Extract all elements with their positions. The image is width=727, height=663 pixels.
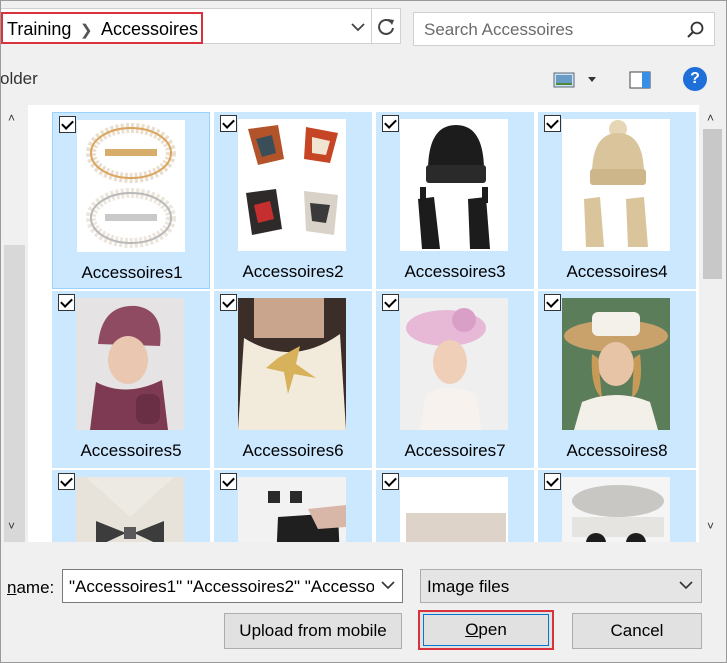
file-name-input[interactable]: "Accessoires1" "Accessoires2" "Accessoir…	[62, 569, 403, 603]
checkbox-checked[interactable]	[544, 294, 561, 311]
checkbox-checked[interactable]	[220, 115, 237, 132]
chevron-down-icon	[381, 581, 395, 590]
search-placeholder: Search Accessoires	[424, 20, 574, 39]
dialog-footer: name: "Accessoires1" "Accessoires2" "Acc…	[1, 542, 726, 662]
file-type-value: Image files	[427, 577, 510, 596]
file-name: Accessoires8	[566, 441, 668, 460]
checkbox-checked[interactable]	[544, 115, 561, 132]
black-beanie-gloves-thumbnail	[400, 119, 508, 251]
pearl-sunglasses-thumbnail	[562, 477, 670, 542]
woman-pink-fascinator-thumbnail	[400, 298, 508, 430]
beige-beanie-gloves-thumbnail	[562, 119, 670, 251]
file-name: Accessoires7	[404, 441, 506, 460]
scarves-thumbnail	[238, 119, 346, 251]
file-type-select[interactable]: Image files	[420, 569, 702, 603]
checkbox-checked[interactable]	[220, 294, 237, 311]
file-name: Accessoires4	[566, 262, 668, 281]
scrollbar-thumb[interactable]	[703, 129, 722, 279]
open-button-label: Open	[465, 620, 507, 639]
upload-from-mobile-button[interactable]: Upload from mobile	[224, 613, 402, 649]
file-item[interactable]	[52, 470, 210, 542]
breadcrumb-training[interactable]: Training	[7, 19, 71, 39]
file-item[interactable]: Accessoires1	[52, 112, 210, 289]
navigation-pane[interactable]: ˄ ˅	[1, 105, 28, 613]
scarf-brooch-thumbnail	[238, 298, 346, 430]
scroll-up-icon[interactable]: ˄	[707, 111, 714, 125]
file-open-dialog: Training ❯ Accessoires Search Accessoire…	[0, 0, 727, 663]
file-item[interactable]	[214, 470, 372, 542]
file-item[interactable]: Accessoires4	[538, 112, 696, 289]
file-item[interactable]	[376, 470, 534, 542]
preview-pane-icon[interactable]	[629, 71, 651, 89]
vertical-scrollbar[interactable]: ˄ ˅	[699, 105, 726, 542]
woman-purple-hat-thumbnail	[76, 298, 184, 430]
search-box[interactable]: Search Accessoires	[413, 12, 715, 46]
nav-scroll-up-icon[interactable]: ˄	[8, 111, 15, 125]
file-item[interactable]: Accessoires6	[214, 291, 372, 468]
address-bar[interactable]: Training ❯ Accessoires	[1, 8, 401, 44]
open-button[interactable]: Open	[418, 610, 554, 650]
file-item[interactable]: Accessoires8	[538, 291, 696, 468]
file-name: Accessoires5	[80, 441, 182, 460]
address-divider	[371, 9, 372, 43]
view-options-chevron-icon[interactable]	[587, 75, 597, 83]
nav-scroll-down-icon[interactable]: ˅	[8, 519, 15, 533]
beige-accessory-thumbnail	[400, 477, 508, 542]
file-name-dropdown[interactable]	[374, 570, 402, 602]
file-item[interactable]	[538, 470, 696, 542]
pearl-buckles-thumbnail	[77, 120, 185, 252]
checkbox-checked[interactable]	[58, 473, 75, 490]
new-folder-button[interactable]: older	[1, 69, 38, 89]
cancel-button[interactable]: Cancel	[572, 613, 702, 649]
file-name-value: "Accessoires1" "Accessoires2" "Accessoir…	[69, 577, 403, 596]
refresh-icon[interactable]	[376, 17, 396, 37]
chevron-down-icon	[679, 581, 693, 590]
checkbox-checked[interactable]	[220, 473, 237, 490]
checkbox-checked[interactable]	[382, 115, 399, 132]
checkbox-checked[interactable]	[59, 116, 76, 133]
file-name: Accessoires3	[404, 262, 506, 281]
bow-brooch-thumbnail	[76, 477, 184, 542]
woman-sunhat-thumbnail	[562, 298, 670, 430]
earrings-hat-thumbnail	[238, 477, 346, 542]
checkbox-checked[interactable]	[382, 473, 399, 490]
file-name: Accessoires1	[81, 263, 183, 282]
file-item[interactable]: Accessoires7	[376, 291, 534, 468]
checkbox-checked[interactable]	[58, 294, 75, 311]
file-item[interactable]: Accessoires3	[376, 112, 534, 289]
breadcrumb-separator-icon: ❯	[80, 22, 93, 39]
change-view-icon[interactable]	[553, 72, 575, 88]
checkbox-checked[interactable]	[544, 473, 561, 490]
checkbox-checked[interactable]	[382, 294, 399, 311]
file-name: Accessoires6	[242, 441, 344, 460]
toolbar: older ?	[1, 59, 726, 99]
help-icon[interactable]: ?	[683, 67, 707, 91]
search-icon[interactable]	[687, 21, 704, 38]
breadcrumb-accessoires[interactable]: Accessoires	[101, 19, 198, 39]
scroll-down-icon[interactable]: ˅	[707, 519, 714, 533]
file-list[interactable]: Accessoires1 Accessoires2 Accessoires3 A…	[28, 105, 699, 542]
file-item[interactable]: Accessoires2	[214, 112, 372, 289]
file-item[interactable]: Accessoires5	[52, 291, 210, 468]
file-name-label: name:	[7, 578, 55, 597]
file-name: Accessoires2	[242, 262, 344, 281]
chevron-down-icon[interactable]	[350, 20, 366, 34]
